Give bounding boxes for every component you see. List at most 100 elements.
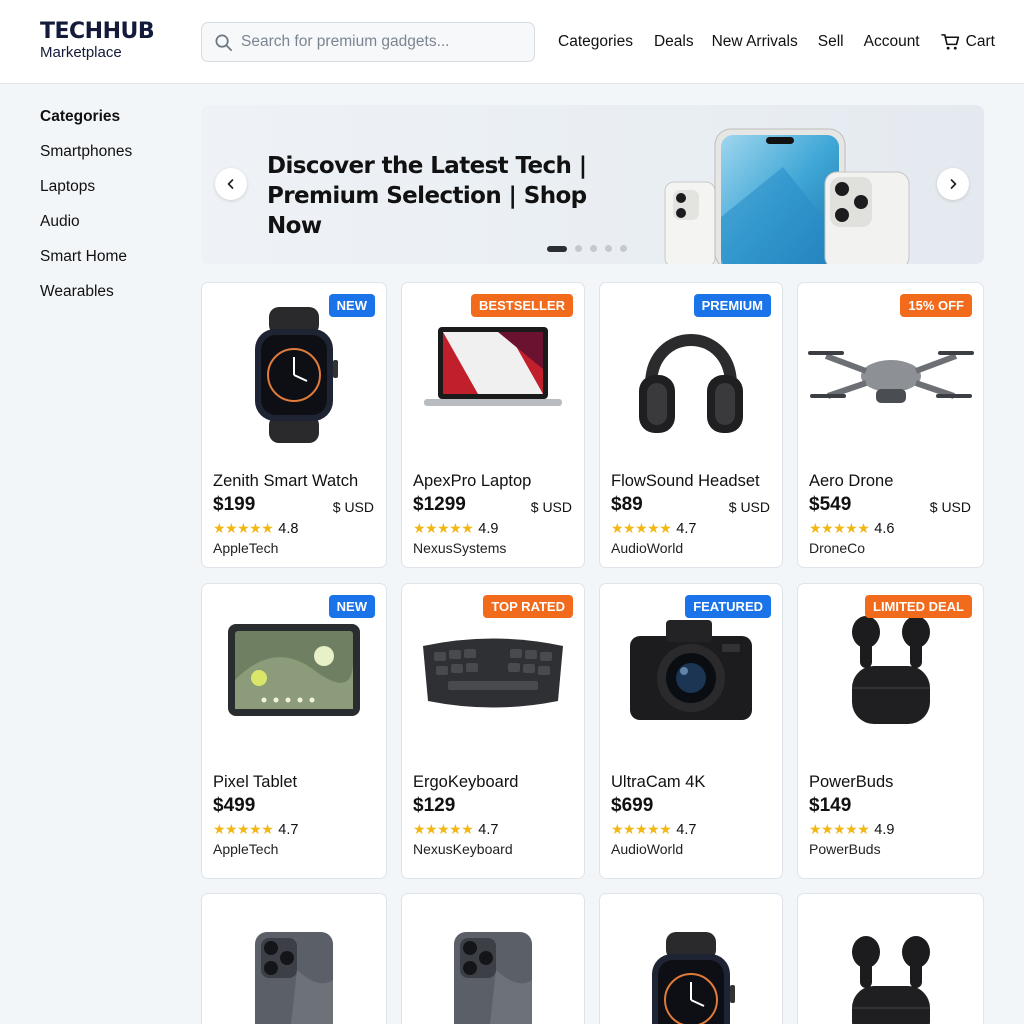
logo-title: TECHHUB — [40, 19, 155, 44]
cart-label: Cart — [965, 33, 995, 50]
star-rating-icon: ★★★★★ — [213, 520, 274, 536]
product-price: $1299 — [413, 494, 466, 515]
product-brand: AudioWorld — [611, 540, 684, 556]
carousel-dot-3[interactable] — [590, 245, 597, 252]
product-rating: ★★★★★ 4.7 — [611, 821, 696, 838]
product-brand: DroneCo — [809, 540, 866, 556]
chevron-right-icon — [950, 179, 957, 189]
star-rating-icon: ★★★★★ — [213, 821, 274, 837]
rating-value: 4.9 — [478, 520, 499, 537]
product-currency: $ USD — [332, 499, 374, 515]
product-price: $89 — [611, 494, 643, 515]
sidebar-item-wearables[interactable]: Wearables — [40, 282, 180, 302]
logo-subtitle: Marketplace — [40, 44, 122, 61]
product-card[interactable]: 15% OFF Aero Drone $549 $ USD ★★★★★ 4.6 DroneC… — [797, 282, 984, 568]
product-price: $129 — [413, 795, 456, 816]
product-name[interactable]: Pixel Tablet — [213, 772, 297, 792]
product-name[interactable]: Aero Drone — [809, 471, 893, 491]
laptop-icon — [402, 319, 584, 419]
product-card[interactable] — [797, 893, 984, 1024]
product-card[interactable]: BESTSELLER ApexPro Laptop $1299 $ USD ★★★★★ 4… — [401, 282, 585, 568]
product-card[interactable]: NEW Pixel Tablet $499 ★★★★★ 4.7 AppleTech — [201, 583, 387, 879]
product-rating: ★★★★★ 4.8 — [213, 520, 298, 537]
product-brand: AppleTech — [213, 540, 279, 556]
top-header: TECHHUB Marketplace Categories Deals New… — [0, 0, 1024, 84]
star-rating-icon: ★★★★★ — [413, 821, 474, 837]
star-rating-icon: ★★★★★ — [611, 520, 672, 536]
product-brand: NexusSystems — [413, 540, 507, 556]
product-card[interactable] — [599, 893, 783, 1024]
headphones-icon — [600, 305, 782, 445]
star-rating-icon: ★★★★★ — [611, 821, 672, 837]
product-badge: NEW — [328, 595, 375, 618]
sidebar-item-smart-home[interactable]: Smart Home — [40, 247, 180, 267]
product-price: $199 — [213, 494, 256, 515]
rating-value: 4.9 — [874, 821, 895, 838]
camera-icon — [600, 614, 782, 724]
product-card[interactable]: TOP RATED ErgoKeyboard $129 ★★★★★ 4.7 NexusKe… — [401, 583, 585, 879]
product-card[interactable]: LIMITED DEAL PowerBuds $149 ★★★★★ 4.9 PowerBu… — [797, 583, 984, 879]
carousel-dot-1[interactable] — [547, 245, 567, 252]
logo[interactable]: TECHHUB Marketplace — [40, 19, 155, 62]
product-rating: ★★★★★ 4.7 — [611, 520, 696, 537]
sidebar-item-audio[interactable]: Audio — [40, 212, 180, 232]
nav-account[interactable]: Account — [864, 32, 920, 52]
product-card[interactable]: PREMIUM FlowSound Headset $89 $ USD ★★★★★ 4.7… — [599, 282, 783, 568]
nav-categories[interactable]: Categories — [558, 32, 633, 52]
carousel-dot-5[interactable] — [620, 245, 627, 252]
product-badge: PREMIUM — [693, 294, 771, 317]
product-brand: AudioWorld — [611, 841, 684, 857]
smartwatch-icon — [202, 305, 386, 445]
hero-banner[interactable]: Discover the Latest Tech | Premium Selec… — [201, 105, 984, 264]
product-rating: ★★★★★ 4.9 — [809, 821, 894, 838]
product-name[interactable]: UltraCam 4K — [611, 772, 705, 792]
carousel-dot-2[interactable] — [575, 245, 582, 252]
product-card[interactable] — [401, 893, 585, 1024]
search-bar[interactable] — [201, 22, 535, 62]
rating-value: 4.7 — [478, 821, 499, 838]
chevron-left-icon — [227, 179, 234, 189]
banner-next-button[interactable] — [937, 168, 969, 200]
earbuds-icon — [798, 610, 983, 730]
nav-deals[interactable]: Deals — [654, 32, 694, 52]
rating-value: 4.6 — [874, 520, 895, 537]
product-card[interactable]: FEATURED UltraCam 4K $699 ★★★★★ 4.7 AudioWorl… — [599, 583, 783, 879]
banner-prev-button[interactable] — [215, 168, 247, 200]
product-name[interactable]: Zenith Smart Watch — [213, 471, 358, 491]
product-badge: TOP RATED — [483, 595, 573, 618]
star-rating-icon: ★★★★★ — [809, 821, 870, 837]
smartphone-icon — [202, 930, 386, 1024]
product-badge: BESTSELLER — [471, 294, 573, 317]
banner-headline: Discover the Latest Tech | Premium Selec… — [267, 151, 647, 241]
carousel-dots — [547, 245, 627, 252]
earbuds-icon — [798, 930, 983, 1024]
banner-line-2: Premium Selection | Shop Now — [267, 183, 587, 239]
search-input[interactable] — [241, 33, 511, 51]
cart-link[interactable]: Cart — [940, 32, 995, 52]
rating-value: 4.8 — [278, 520, 299, 537]
drone-icon — [798, 341, 983, 421]
main-nav: Categories Deals New Arrivals Sell Accou… — [558, 32, 995, 52]
product-name[interactable]: ApexPro Laptop — [413, 471, 531, 491]
product-currency: $ USD — [530, 499, 572, 515]
rating-value: 4.7 — [278, 821, 299, 838]
nav-sell[interactable]: Sell — [818, 32, 844, 52]
cart-icon — [940, 34, 959, 50]
smartwatch-icon — [600, 930, 782, 1024]
product-name[interactable]: FlowSound Headset — [611, 471, 760, 491]
category-sidebar: Categories Smartphones Laptops Audio Sma… — [40, 107, 180, 317]
product-card[interactable] — [201, 893, 387, 1024]
product-card[interactable]: NEW Zenith Smart Watch $199 $ USD ★★★★★ 4.8 Ap… — [201, 282, 387, 568]
phones-image — [664, 128, 910, 264]
banner-line-1: Discover the Latest Tech | — [267, 153, 587, 179]
product-name[interactable]: ErgoKeyboard — [413, 772, 519, 792]
carousel-dot-4[interactable] — [605, 245, 612, 252]
product-price: $149 — [809, 795, 852, 816]
product-name[interactable]: PowerBuds — [809, 772, 893, 792]
sidebar-item-laptops[interactable]: Laptops — [40, 177, 180, 197]
product-brand: PowerBuds — [809, 841, 881, 857]
nav-new-arrivals[interactable]: New Arrivals — [712, 32, 798, 52]
sidebar-item-smartphones[interactable]: Smartphones — [40, 142, 180, 162]
product-rating: ★★★★★ 4.7 — [413, 821, 498, 838]
search-icon — [215, 34, 232, 51]
